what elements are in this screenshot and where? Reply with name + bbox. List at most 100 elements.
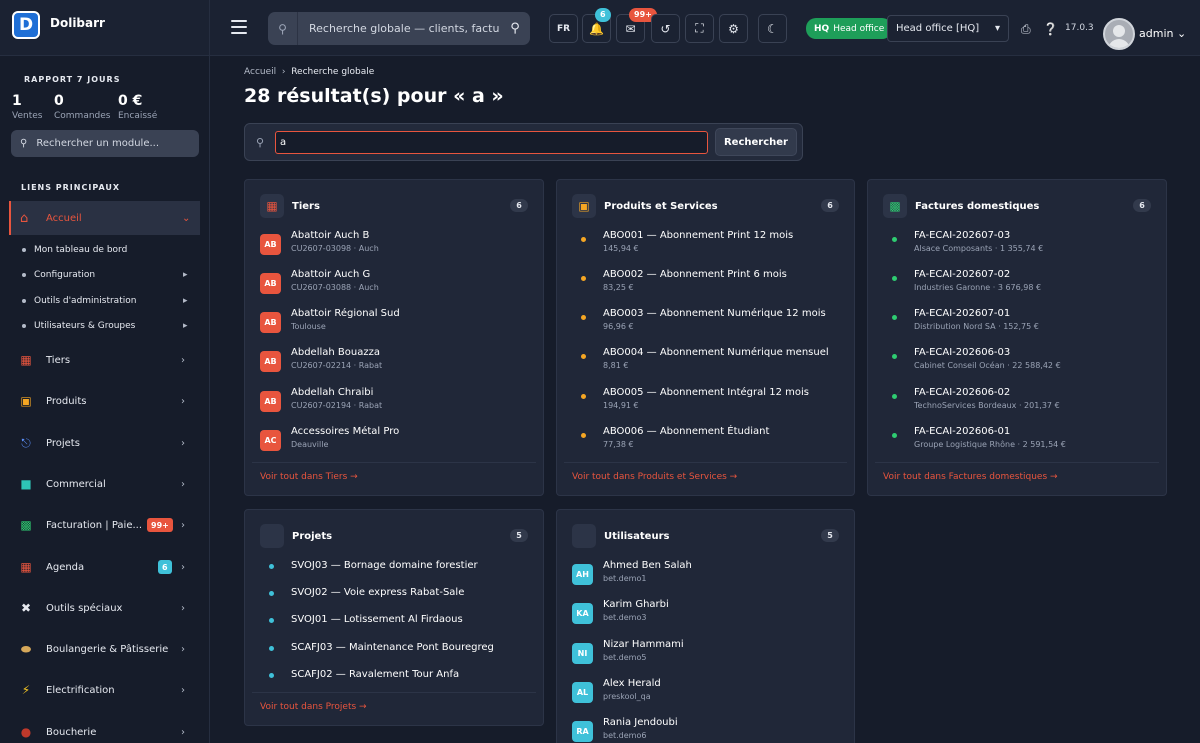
chevron-right-icon: › — [181, 437, 185, 449]
language-button[interactable]: FR — [549, 14, 578, 43]
sidebar-sub-tableau[interactable]: Mon tableau de bord — [22, 240, 202, 260]
count-badge: 6 — [821, 199, 839, 212]
item-subtitle: CU2607-02194 · Rabat — [291, 401, 383, 410]
print-icon[interactable]: ⎙ — [1021, 22, 1031, 37]
bullet-icon — [892, 354, 897, 359]
breadcrumb-current: Recherche globale — [291, 67, 375, 77]
item-title: SVOJ03 — Bornage domaine forestier — [291, 560, 478, 571]
dolibarr-logo[interactable]: D — [12, 11, 40, 39]
building-icon: ▦ — [260, 194, 284, 218]
chevron-right-icon: › — [181, 478, 185, 490]
sidebar-sub-configuration[interactable]: Configuration ▸ — [22, 265, 202, 285]
item-title: Karim Gharbi — [603, 599, 669, 610]
bolt-icon: ⚡ — [21, 683, 31, 697]
item-title: Rania Jendoubi — [603, 717, 678, 728]
box-icon: ▣ — [572, 194, 596, 218]
user-menu[interactable]: admin ⌄ — [1139, 27, 1186, 40]
item-subtitle: Cabinet Conseil Océan · 22 588,42 € — [914, 361, 1061, 370]
sidebar-item-projets[interactable]: ⎋ Projets › — [0, 428, 209, 458]
sidebar-sub-outils-admin[interactable]: Outils d'administration ▸ — [22, 291, 202, 311]
item-title: FA-ECAI-202606-02 — [914, 387, 1011, 398]
item-subtitle: TechnoServices Bordeaux · 201,37 € — [914, 401, 1060, 410]
item-subtitle: bet.demo6 — [603, 731, 647, 740]
entity-select[interactable]: Head office [HQ] ▾ — [887, 15, 1009, 42]
search-submit-icon[interactable]: ⚲ — [500, 21, 530, 36]
sidebar-item-boucherie[interactable]: ● Boucherie › — [0, 717, 209, 743]
item-subtitle: Groupe Logistique Rhône · 2 591,54 € — [914, 440, 1066, 449]
dark-mode-moon-icon[interactable]: ☾ — [758, 14, 787, 43]
fullscreen-icon[interactable]: ⛶ — [685, 14, 714, 43]
item-title: ABO004 — Abonnement Numérique mensuel — [603, 347, 829, 358]
sidebar-item-boulangerie[interactable]: ⬬ Boulangerie & Pâtisserie › — [0, 634, 209, 664]
sidebar-item-tiers[interactable]: ▦ Tiers › — [0, 345, 209, 375]
tools-icon: ✖ — [20, 601, 32, 615]
avatar: NI — [572, 643, 593, 664]
search-button[interactable]: Rechercher — [715, 128, 797, 156]
see-all-link[interactable]: Voir tout dans Projets → — [252, 692, 536, 722]
item-title: ABO001 — Abonnement Print 12 mois — [603, 230, 794, 241]
module-search-input[interactable]: ⚲ Rechercher un module... — [11, 130, 199, 157]
sidebar-item-accueil[interactable]: ⌂ Accueil ⌄ — [9, 201, 200, 235]
count-badge: 5 — [510, 529, 528, 542]
search-query-input[interactable] — [275, 131, 708, 154]
avatar: AC — [260, 430, 281, 451]
chevron-right-icon: › — [181, 726, 185, 738]
see-all-link[interactable]: Voir tout dans Produits et Services → — [564, 462, 847, 492]
count-badge: 6 — [510, 199, 528, 212]
breadcrumb-home[interactable]: Accueil — [244, 67, 276, 77]
sidebar-item-facturation[interactable]: ▩ Facturation | Paie... 99+ › — [0, 510, 209, 540]
item-title: Alex Herald — [603, 678, 661, 689]
global-search-input[interactable] — [298, 22, 500, 35]
chevron-right-icon: › — [181, 561, 185, 573]
card-projets: Projets 5 SVOJ03 — Bornage domaine fores… — [244, 509, 544, 726]
agenda-badge: 6 — [158, 560, 172, 574]
facturation-badge: 99+ — [147, 518, 173, 532]
sidebar-sub-utilisateurs[interactable]: Utilisateurs & Groupes ▸ — [22, 316, 202, 336]
item-title: FA-ECAI-202607-02 — [914, 269, 1011, 280]
avatar: AH — [572, 564, 593, 585]
project-icon — [260, 524, 284, 548]
bread-icon: ⬬ — [20, 641, 32, 656]
chevron-right-icon: ▸ — [183, 321, 188, 331]
item-subtitle: CU2607-02214 · Rabat — [291, 361, 383, 370]
item-subtitle: preskool_qa — [603, 692, 651, 701]
chevron-right-icon: ▸ — [183, 296, 188, 306]
item-title: ABO003 — Abonnement Numérique 12 mois — [603, 308, 826, 319]
page-title: 28 résultat(s) pour « a » — [244, 85, 504, 107]
avatar: AB — [260, 391, 281, 412]
card-utilisateurs: Utilisateurs 5 AH Ahmed Ben Salah bet.demo… — [556, 509, 855, 743]
invoice-icon: ▩ — [883, 194, 907, 218]
item-title: ABO005 — Abonnement Intégral 12 mois — [603, 387, 809, 398]
bullet-icon — [581, 394, 586, 399]
version-label: 17.0.3 — [1065, 23, 1094, 33]
sidebar-item-commercial[interactable]: ■ Commercial › — [0, 469, 209, 499]
sidebar-item-outils-speciaux[interactable]: ✖ Outils spéciaux › — [0, 593, 209, 623]
user-avatar[interactable] — [1103, 18, 1135, 50]
chevron-right-icon: › — [181, 684, 185, 696]
item-subtitle: 194,91 € — [603, 401, 639, 410]
invoice-icon: ▩ — [20, 518, 32, 532]
gear-icon[interactable]: ⚙ — [719, 14, 748, 43]
chevron-down-icon: ⌄ — [182, 212, 191, 224]
app-name: Dolibarr — [50, 16, 105, 30]
sidebar-item-produits[interactable]: ▣ Produits › — [0, 386, 209, 416]
item-subtitle: CU2607-03098 · Auch — [291, 244, 379, 253]
item-title: Abdellah Bouazza — [291, 347, 380, 358]
see-all-link[interactable]: Voir tout dans Tiers → — [252, 462, 536, 492]
see-all-link[interactable]: Voir tout dans Factures domestiques → — [875, 462, 1159, 492]
item-subtitle: 83,25 € — [603, 283, 634, 292]
sidebar-item-agenda[interactable]: ▦ Agenda 6 › — [0, 552, 209, 582]
item-title: FA-ECAI-202607-01 — [914, 308, 1011, 319]
item-subtitle: 77,38 € — [603, 440, 634, 449]
card-title: Projets — [292, 530, 333, 542]
item-title: SVOJ02 — Voie express Rabat-Sale — [291, 587, 465, 598]
item-title: SCAFJ02 — Ravalement Tour Anfa — [291, 669, 460, 680]
history-icon[interactable]: ↺ — [651, 14, 680, 43]
help-icon[interactable]: ❔ — [1043, 22, 1058, 36]
sidebar-item-electrification[interactable]: ⚡ Electrification › — [0, 675, 209, 705]
search-icon: ⚲ — [20, 138, 28, 149]
menu-toggle-icon[interactable] — [231, 20, 247, 34]
item-subtitle: bet.demo1 — [603, 574, 647, 583]
item-subtitle: Distribution Nord SA · 152,75 € — [914, 322, 1039, 331]
item-title: Abattoir Auch G — [291, 269, 371, 280]
